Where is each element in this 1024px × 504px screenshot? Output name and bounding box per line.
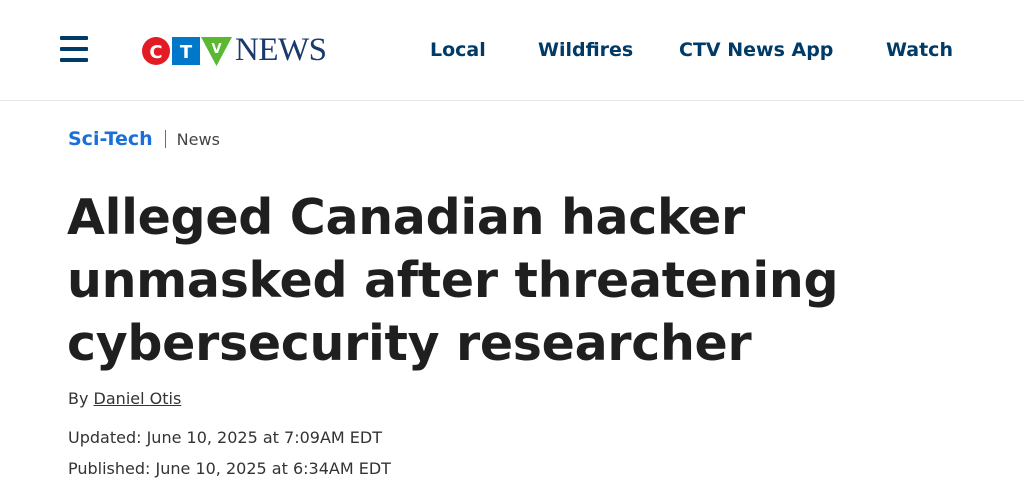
- updated-timestamp: Updated: June 10, 2025 at 7:09AM EDT: [68, 428, 382, 447]
- byline-prefix: By: [68, 389, 89, 408]
- breadcrumb-subsection: News: [176, 129, 220, 149]
- nav-link-wildfires[interactable]: Wildfires: [538, 36, 633, 64]
- byline: By Daniel Otis: [68, 389, 181, 408]
- nav-link-watch[interactable]: Watch: [886, 36, 953, 64]
- main-nav: Local Wildfires CTV News App Watch: [0, 36, 1024, 64]
- published-timestamp: Published: June 10, 2025 at 6:34AM EDT: [68, 459, 391, 478]
- nav-link-local[interactable]: Local: [430, 36, 486, 64]
- headline-line: cybersecurity researcher: [67, 315, 752, 372]
- author-link[interactable]: Daniel Otis: [94, 389, 182, 408]
- breadcrumb: Sci-Tech News: [68, 126, 220, 152]
- breadcrumb-section-link[interactable]: Sci-Tech: [68, 128, 153, 150]
- nav-link-ctv-news-app[interactable]: CTV News App: [679, 36, 833, 64]
- headline-line: unmasked after threatening: [67, 252, 839, 309]
- headline-line: Alleged Canadian hacker: [67, 189, 745, 246]
- site-header: C T V NEWS Local Wildfires CTV News App …: [0, 0, 1024, 101]
- article-headline: Alleged Canadian hacker unmasked after t…: [67, 186, 947, 375]
- breadcrumb-divider: [164, 130, 166, 148]
